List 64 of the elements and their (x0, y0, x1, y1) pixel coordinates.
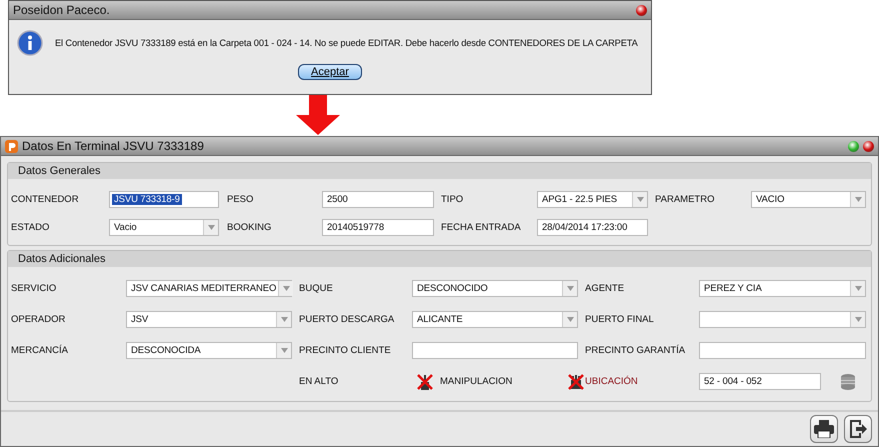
dropdown-field[interactable]: Vacio (109, 218, 219, 236)
printer-icon (814, 420, 834, 438)
field-label: CONTENEDOR (11, 194, 79, 204)
dropdown-field[interactable] (699, 311, 866, 328)
status-label: MANIPULACION (440, 376, 512, 387)
window-title: Datos En Terminal JSVU 7333189 (22, 139, 205, 153)
field-label: PARAMETRO (655, 194, 714, 204)
dropdown-field[interactable]: JSV CANARIAS MEDITERRANEO (126, 280, 292, 297)
field-label: BUQUE (299, 283, 333, 294)
field-label: MERCANCÍA (11, 345, 68, 356)
caret-icon (280, 348, 288, 353)
crossed-figure-icon (416, 372, 434, 390)
close-button[interactable] (863, 140, 874, 152)
dropdown-field[interactable]: DESCONOCIDO (412, 280, 578, 297)
field-label: BOOKING (227, 222, 272, 232)
caret-icon (566, 286, 574, 291)
dropdown-field[interactable]: APG1 - 22.5 PIES (537, 190, 648, 208)
dialog-message: El Contenedor JSVU 7333189 está en la Carpeta 001 - 024 - 14. No se puede EDITAR. Debe hacerlo desde CONTENEDORES DE LA CARPETA (55, 38, 638, 48)
section-title: Datos Adicionales (8, 251, 871, 267)
section-title: Datos Generales (8, 163, 871, 179)
caret-icon (854, 286, 862, 291)
input-field[interactable]: 20140519778 (322, 218, 434, 236)
accept-button[interactable]: Aceptar (298, 64, 362, 80)
print-button[interactable] (810, 415, 838, 443)
status-label: UBICACIÓN (585, 376, 638, 387)
input-field[interactable]: 52 - 004 - 052 (699, 373, 821, 390)
input-field[interactable]: JSVU 733318-9 (109, 190, 219, 208)
field-label: OPERADOR (11, 314, 66, 325)
dropdown-field[interactable]: DESCONOCIDA (126, 342, 292, 359)
dropdown-field[interactable]: ALICANTE (412, 311, 578, 328)
field-label: EN ALTO (299, 376, 338, 387)
field-label: AGENTE (585, 283, 624, 294)
caret-icon (282, 286, 290, 291)
field-label: PRECINTO CLIENTE (299, 345, 391, 356)
maximize-button[interactable] (848, 140, 859, 152)
database-icon[interactable] (841, 374, 855, 390)
dropdown-field[interactable]: VACIO (751, 190, 866, 208)
field-label: SERVICIO (11, 283, 56, 294)
info-icon (17, 30, 43, 56)
dialog-title: Poseidon Paceco. (13, 3, 111, 17)
exit-icon (848, 419, 868, 439)
field-label: TIPO (441, 194, 464, 204)
caret-icon (208, 224, 214, 230)
dropdown-field[interactable]: JSV (126, 311, 292, 328)
field-label: PUERTO DESCARGA (299, 314, 394, 325)
dropdown-field[interactable]: PEREZ Y CIA (699, 280, 866, 297)
field-label: ESTADO (11, 222, 50, 232)
field-label: PUERTO FINAL (585, 314, 654, 325)
field-label: PRECINTO GARANTÍA (585, 345, 686, 356)
input-field[interactable]: 28/04/2014 17:23:00 (537, 218, 648, 236)
input-field[interactable] (412, 342, 578, 359)
field-label: FECHA ENTRADA (441, 222, 521, 232)
caret-icon (280, 317, 288, 322)
caret-icon (566, 317, 574, 322)
app-icon (5, 140, 18, 152)
input-field[interactable] (699, 342, 866, 359)
field-label: PESO (227, 194, 254, 204)
crossed-hand-icon (567, 372, 585, 390)
exit-button[interactable] (844, 415, 872, 443)
caret-icon (854, 317, 862, 322)
input-field[interactable]: 2500 (322, 190, 434, 208)
close-button[interactable] (636, 4, 647, 16)
caret-icon (636, 196, 644, 202)
caret-icon (854, 196, 862, 202)
